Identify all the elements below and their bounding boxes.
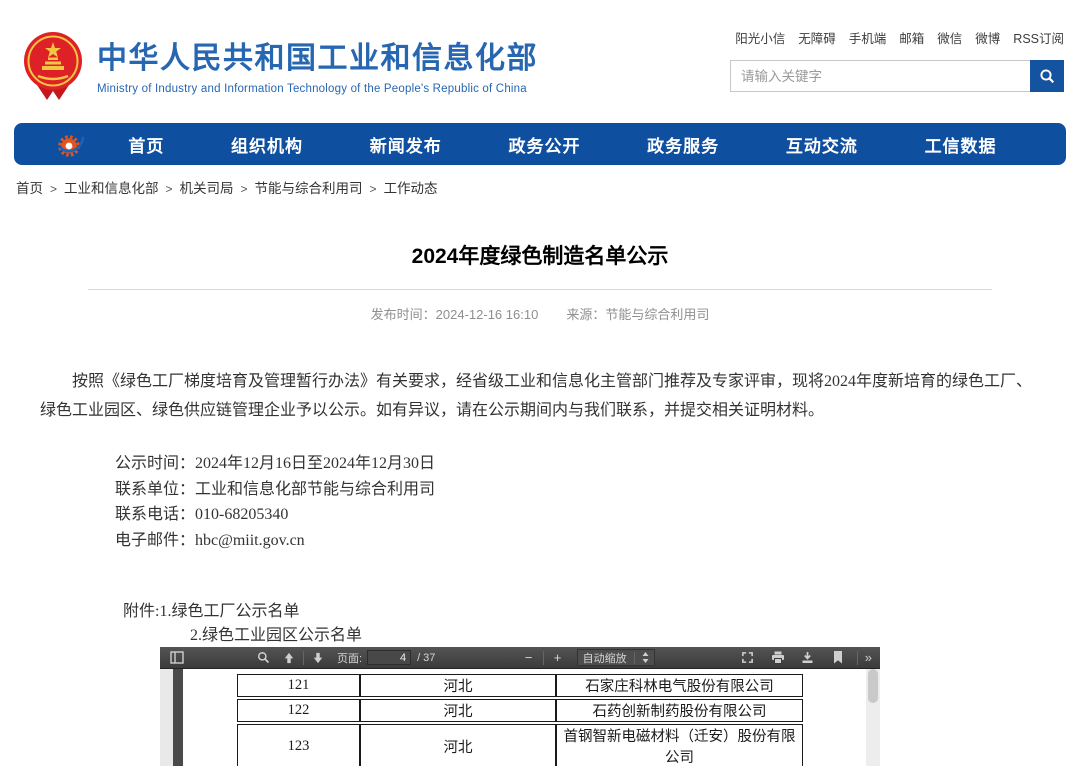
viewer-left-track [160, 669, 173, 766]
nav-item[interactable]: 政务服务 [647, 132, 719, 157]
breadcrumb-item[interactable]: 节能与综合利用司 [255, 177, 384, 197]
nav-item[interactable]: 工信数据 [925, 132, 997, 157]
page-number-input[interactable] [367, 650, 411, 665]
row-number-cell: 121 [237, 674, 360, 697]
header-top-link[interactable]: 邮箱 [899, 28, 924, 47]
table-row: 122 河北 石药创新制药股份有限公司 [237, 699, 803, 722]
green-factory-table: 121 河北 石家庄科林电气股份有限公司 122 河北 石药创新制药股份有限公司… [237, 672, 803, 766]
article: 2024年度绿色制造名单公示 发布时间：2024-12-16 16:10 来源：节… [40, 228, 1040, 671]
printer-icon [771, 651, 785, 664]
attachment-link-2[interactable]: 2.绿色工业园区公示名单 [190, 624, 1040, 648]
main-nav: 首页 组织机构 新闻发布 政务公开 政务服务 互动交流 工信数据 [14, 123, 1066, 165]
fullscreen-icon [741, 651, 754, 664]
nav-item[interactable]: 新闻发布 [370, 132, 442, 157]
breadcrumb: 首页工业和信息化部机关司局节能与综合利用司工作动态 [16, 177, 438, 197]
arrow-down-icon [312, 652, 324, 664]
source-label: 来源： [566, 307, 605, 322]
download-icon [801, 651, 814, 664]
magnifier-icon [257, 651, 270, 664]
page-total: / 37 [417, 652, 435, 664]
pdf-page: 121 河北 石家庄科林电气股份有限公司 122 河北 石药创新制药股份有限公司… [183, 669, 866, 766]
search-button[interactable] [1030, 60, 1064, 92]
header-top-link[interactable]: 微博 [975, 28, 1000, 47]
zoom-in-button[interactable]: + [549, 649, 567, 667]
page-title: 2024年度绿色制造名单公示 [40, 240, 1040, 270]
more-tools-button[interactable]: » [865, 650, 872, 665]
breadcrumb-item[interactable]: 工业和信息化部 [64, 177, 180, 197]
site-title: 中华人民共和国工业和信息化部 [97, 33, 538, 77]
row-number-cell: 122 [237, 699, 360, 722]
pdf-toolbar: 页面: / 37 − + 自动缩放 [160, 647, 880, 669]
nav-item[interactable]: 政务公开 [508, 132, 580, 157]
breadcrumb-item[interactable]: 机关司局 [180, 177, 255, 197]
province-cell: 河北 [360, 724, 556, 766]
pdf-scrollbar[interactable] [866, 669, 880, 766]
table-row: 123 河北 首钢智新电磁材料（迁安）股份有限公司 [237, 724, 803, 766]
table-row: 121 河北 石家庄科林电气股份有限公司 [237, 674, 803, 697]
site-subtitle: Ministry of Industry and Information Tec… [97, 83, 538, 95]
province-cell: 河北 [360, 674, 556, 697]
breadcrumb-item[interactable]: 工作动态 [384, 177, 438, 197]
sidebar-toggle-button[interactable] [168, 649, 186, 667]
miit-gear-logo-icon [58, 131, 85, 158]
province-cell: 河北 [360, 699, 556, 722]
publish-time: 2024-12-16 16:10 [436, 307, 539, 322]
attachments-label: 附件: [123, 603, 159, 620]
company-cell: 石药创新制药股份有限公司 [556, 699, 803, 722]
header-top-link[interactable]: 阳光小信 [735, 28, 785, 47]
search-icon [1039, 68, 1056, 85]
source-value: 节能与综合利用司 [605, 307, 709, 322]
attachment-link-1[interactable]: 1.绿色工厂公示名单 [159, 603, 299, 620]
nav-item[interactable]: 组织机构 [231, 132, 303, 157]
contact-info-line: 电子邮件：hbc@miit.gov.cn [115, 528, 1040, 554]
pdf-content-area: 121 河北 石家庄科林电气股份有限公司 122 河北 石药创新制药股份有限公司… [160, 669, 880, 766]
row-number-cell: 123 [237, 724, 360, 766]
previous-page-button[interactable] [280, 649, 298, 667]
arrow-up-icon [283, 652, 295, 664]
title-divider [88, 289, 992, 290]
pdf-viewer: 页面: / 37 − + 自动缩放 [160, 647, 880, 766]
zoom-mode-select[interactable]: 自动缩放 [577, 649, 655, 666]
page-number-label: 页面: [337, 650, 362, 666]
header-top-link[interactable]: 微信 [937, 28, 962, 47]
contact-info-line: 联系电话：010-68205340 [115, 502, 1040, 528]
nav-item[interactable]: 互动交流 [786, 132, 858, 157]
site-header: 中华人民共和国工业和信息化部 Ministry of Industry and … [0, 0, 1080, 118]
zoom-out-button[interactable]: − [520, 649, 538, 667]
pdf-scrollbar-thumb[interactable] [868, 669, 878, 703]
header-top-link[interactable]: RSS订阅 [1013, 28, 1064, 47]
print-button[interactable] [769, 649, 787, 667]
sidebar-icon [170, 651, 184, 664]
national-emblem-logo [20, 30, 86, 104]
company-cell: 首钢智新电磁材料（迁安）股份有限公司 [556, 724, 803, 766]
header-top-link[interactable]: 手机端 [849, 28, 887, 47]
company-cell: 石家庄科林电气股份有限公司 [556, 674, 803, 697]
nav-item[interactable]: 首页 [128, 132, 164, 157]
publish-time-label: 发布时间： [371, 307, 436, 322]
body-paragraph: 按照《绿色工厂梯度培育及管理暂行办法》有关要求，经省级工业和信息化主管部门推荐及… [40, 367, 1040, 425]
breadcrumb-item[interactable]: 首页 [16, 177, 64, 197]
find-button[interactable] [254, 649, 272, 667]
select-arrows-icon [642, 652, 649, 663]
top-links: 阳光小信无障碍手机端邮箱微信微博 RSS订阅 [730, 28, 1064, 47]
next-page-button[interactable] [309, 649, 327, 667]
contact-info-line: 联系单位：工业和信息化部节能与综合利用司 [115, 477, 1040, 503]
bookmark-button[interactable] [829, 649, 847, 667]
contact-info: 公示时间：2024年12月16日至2024年12月30日联系单位：工业和信息化部… [40, 451, 1040, 553]
header-top-link[interactable]: 无障碍 [798, 28, 836, 47]
contact-info-line: 公示时间：2024年12月16日至2024年12月30日 [115, 451, 1040, 477]
download-button[interactable] [799, 649, 817, 667]
article-meta: 发布时间：2024-12-16 16:10 来源：节能与综合利用司 [40, 304, 1040, 323]
presentation-mode-button[interactable] [739, 649, 757, 667]
bookmark-icon [833, 651, 843, 664]
search-input[interactable] [730, 60, 1030, 92]
zoom-mode-value: 自动缩放 [583, 650, 627, 666]
